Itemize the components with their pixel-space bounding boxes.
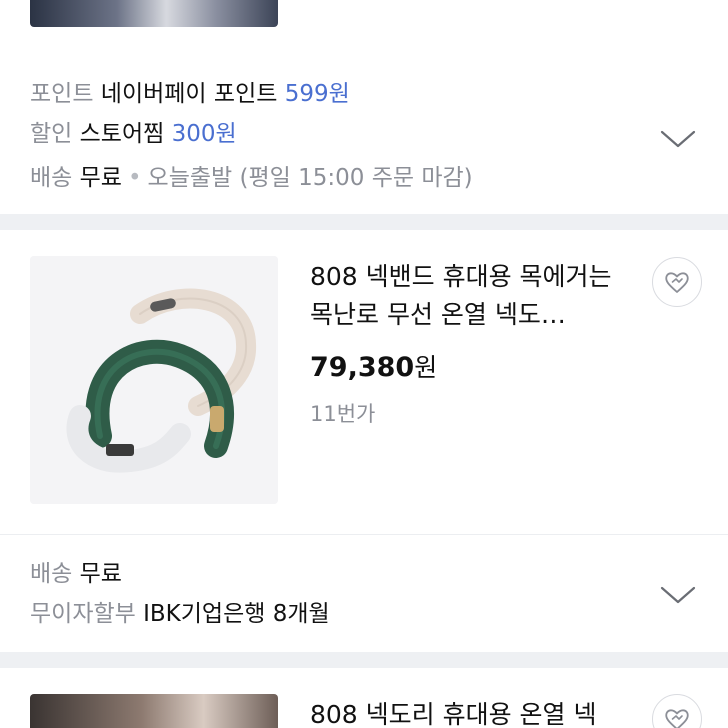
discount-row: 할인 스토어찜 300원 — [30, 118, 237, 150]
section-divider — [0, 214, 728, 230]
wishlist-button[interactable] — [652, 257, 702, 307]
seller-name[interactable]: 11번가 — [310, 398, 375, 428]
shipping-label: 배송 — [30, 165, 73, 191]
shipping-value: 무료 — [79, 561, 122, 587]
shipping-value: 무료 — [79, 165, 122, 191]
row-separator — [0, 534, 728, 535]
shipping-row-prev: 배송 무료 • 오늘출발 (평일 15:00 주문 마감) — [30, 162, 473, 194]
price-number: 79,380 — [310, 352, 415, 383]
previous-product-image[interactable] — [30, 0, 278, 27]
product-price: 79,380원 — [310, 348, 437, 384]
shipping-extra: 오늘출발 (평일 15:00 주문 마감) — [147, 165, 473, 191]
discount-amount: 300원 — [171, 121, 237, 147]
price-unit: 원 — [414, 353, 438, 382]
installment-months: 8개월 — [272, 601, 330, 627]
installment-row: 무이자할부 IBK기업은행 8개월 — [30, 598, 330, 630]
point-text: 네이버페이 포인트 — [100, 81, 278, 107]
chevron-down-icon[interactable] — [658, 582, 698, 608]
point-amount: 599원 — [284, 81, 350, 107]
point-label: 포인트 — [30, 81, 94, 107]
heart-icon — [665, 272, 689, 293]
heart-icon — [665, 709, 689, 728]
shipping-row: 배송 무료 — [30, 558, 122, 590]
wishlist-button[interactable] — [652, 694, 702, 728]
neckband-illustration — [30, 256, 278, 504]
product-title[interactable]: 808 넥밴드 휴대용 목에거는 목난로 무선 온열 넥도… — [310, 258, 630, 334]
installment-bank: IBK기업은행 — [143, 601, 266, 627]
chevron-down-icon[interactable] — [658, 126, 698, 152]
product-image[interactable] — [30, 256, 278, 504]
shipping-label: 배송 — [30, 561, 73, 587]
product-title[interactable]: 808 넥도리 휴대용 온열 넥 — [310, 696, 630, 728]
installment-label: 무이자할부 — [30, 601, 136, 627]
point-row: 포인트 네이버페이 포인트 599원 — [30, 78, 350, 110]
product-image[interactable] — [30, 694, 278, 728]
discount-label: 할인 — [30, 121, 73, 147]
discount-text: 스토어찜 — [79, 121, 165, 147]
section-divider — [0, 652, 728, 668]
dot-separator: • — [127, 165, 142, 191]
